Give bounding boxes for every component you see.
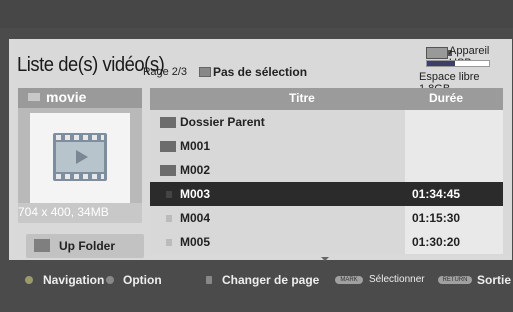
list-item[interactable]: M001 bbox=[150, 134, 503, 158]
usb-icon bbox=[426, 47, 452, 59]
item-name: M005 bbox=[180, 235, 211, 249]
duration-cell-bg bbox=[405, 110, 503, 134]
scroll-down-indicator[interactable] bbox=[321, 257, 329, 261]
folder-icon bbox=[160, 141, 176, 152]
item-name: M001 bbox=[180, 139, 211, 153]
duration-cell-bg bbox=[405, 134, 503, 158]
footer-navigation: Navigation bbox=[43, 273, 105, 287]
column-title: Titre bbox=[289, 91, 315, 105]
top-band bbox=[0, 0, 513, 28]
selection-status: Pas de sélection bbox=[213, 65, 308, 79]
preview-info: 704 x 400, 34MB bbox=[18, 205, 109, 219]
item-name: M004 bbox=[180, 211, 211, 225]
up-folder-label: Up Folder bbox=[59, 239, 115, 253]
film-perforation-top bbox=[56, 135, 104, 140]
video-file-icon bbox=[166, 191, 172, 198]
footer-exit[interactable]: Sortie bbox=[477, 273, 511, 287]
film-frame bbox=[56, 142, 104, 172]
folder-icon bbox=[28, 93, 40, 101]
folder-icon bbox=[160, 117, 176, 128]
item-name: M002 bbox=[180, 163, 211, 177]
item-duration: 01:15:30 bbox=[412, 211, 461, 225]
list-item[interactable]: M002 bbox=[150, 158, 503, 182]
list-item[interactable]: M003 01:34:45 bbox=[150, 182, 503, 206]
page-change-icon bbox=[206, 276, 212, 284]
list-item[interactable]: Dossier Parent bbox=[150, 110, 503, 134]
return-badge: RETURN bbox=[438, 276, 472, 284]
folder-icon bbox=[160, 165, 176, 176]
item-duration: 01:30:20 bbox=[412, 235, 461, 249]
film-icon bbox=[53, 133, 107, 181]
list-header: Titre Durée bbox=[150, 88, 503, 110]
option-icon bbox=[106, 276, 114, 284]
footer-select[interactable]: Sélectionner bbox=[369, 274, 425, 285]
column-duration: Durée bbox=[429, 91, 464, 105]
current-folder-label: movie bbox=[46, 89, 87, 105]
item-name: Dossier Parent bbox=[180, 115, 265, 129]
list-item[interactable]: M004 01:15:30 bbox=[150, 206, 503, 230]
page-indicator: Page 2/3 bbox=[143, 66, 188, 78]
item-name: M003 bbox=[180, 187, 211, 201]
film-perforation-bottom bbox=[56, 174, 104, 179]
video-file-icon bbox=[166, 239, 172, 246]
up-folder-icon bbox=[34, 239, 50, 252]
duration-cell-bg bbox=[405, 158, 503, 182]
video-file-icon bbox=[166, 215, 172, 222]
footer-option[interactable]: Option bbox=[123, 273, 162, 287]
play-icon bbox=[76, 150, 88, 164]
current-folder-header: movie bbox=[18, 88, 142, 108]
item-duration: 01:34:45 bbox=[412, 187, 461, 201]
navigation-icon bbox=[25, 276, 33, 284]
usb-usage-bar bbox=[426, 60, 490, 67]
selection-icon bbox=[199, 67, 211, 77]
footer-change-page[interactable]: Changer de page bbox=[222, 273, 319, 287]
up-folder-button[interactable]: Up Folder bbox=[26, 234, 144, 258]
list-item[interactable]: M005 01:30:20 bbox=[150, 230, 503, 254]
mark-badge: MARK bbox=[335, 276, 363, 284]
usb-usage-fill bbox=[427, 61, 455, 66]
